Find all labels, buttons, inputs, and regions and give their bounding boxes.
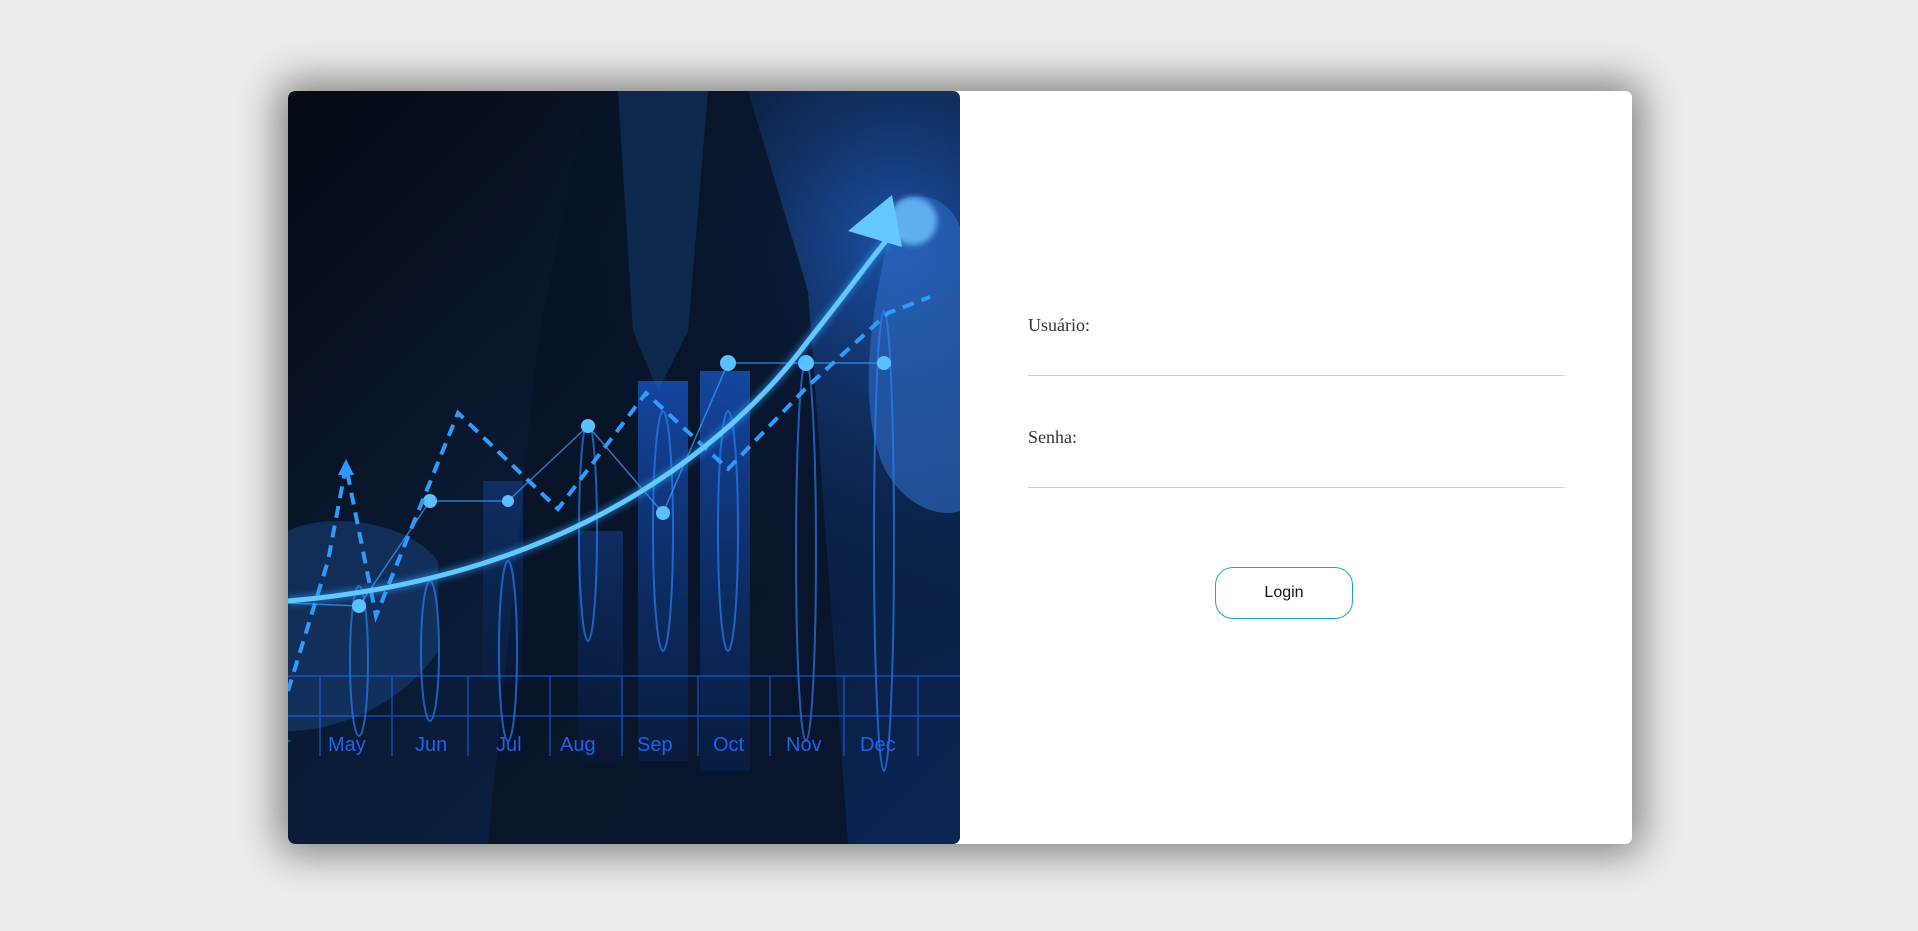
month-label: Jun: [415, 734, 447, 756]
login-form: Usuário: Senha: Login: [960, 91, 1632, 844]
username-label: Usuário:: [1028, 315, 1090, 335]
login-card: r May Jun Jul Aug Sep Oct Nov Dec Usuári…: [288, 91, 1632, 844]
month-label: Aug: [560, 734, 596, 756]
month-label: May: [328, 734, 366, 756]
password-input[interactable]: [1028, 451, 1565, 488]
month-label: r: [288, 734, 291, 756]
month-label: Jul: [496, 734, 522, 756]
month-label: Oct: [713, 734, 745, 756]
month-label: Dec: [860, 734, 896, 756]
username-input[interactable]: [1028, 339, 1565, 376]
login-button[interactable]: Login: [1215, 567, 1353, 619]
password-label: Senha:: [1028, 427, 1077, 447]
hero-image: r May Jun Jul Aug Sep Oct Nov Dec: [288, 91, 960, 844]
month-label: Nov: [786, 734, 822, 756]
month-label: Sep: [637, 734, 673, 756]
